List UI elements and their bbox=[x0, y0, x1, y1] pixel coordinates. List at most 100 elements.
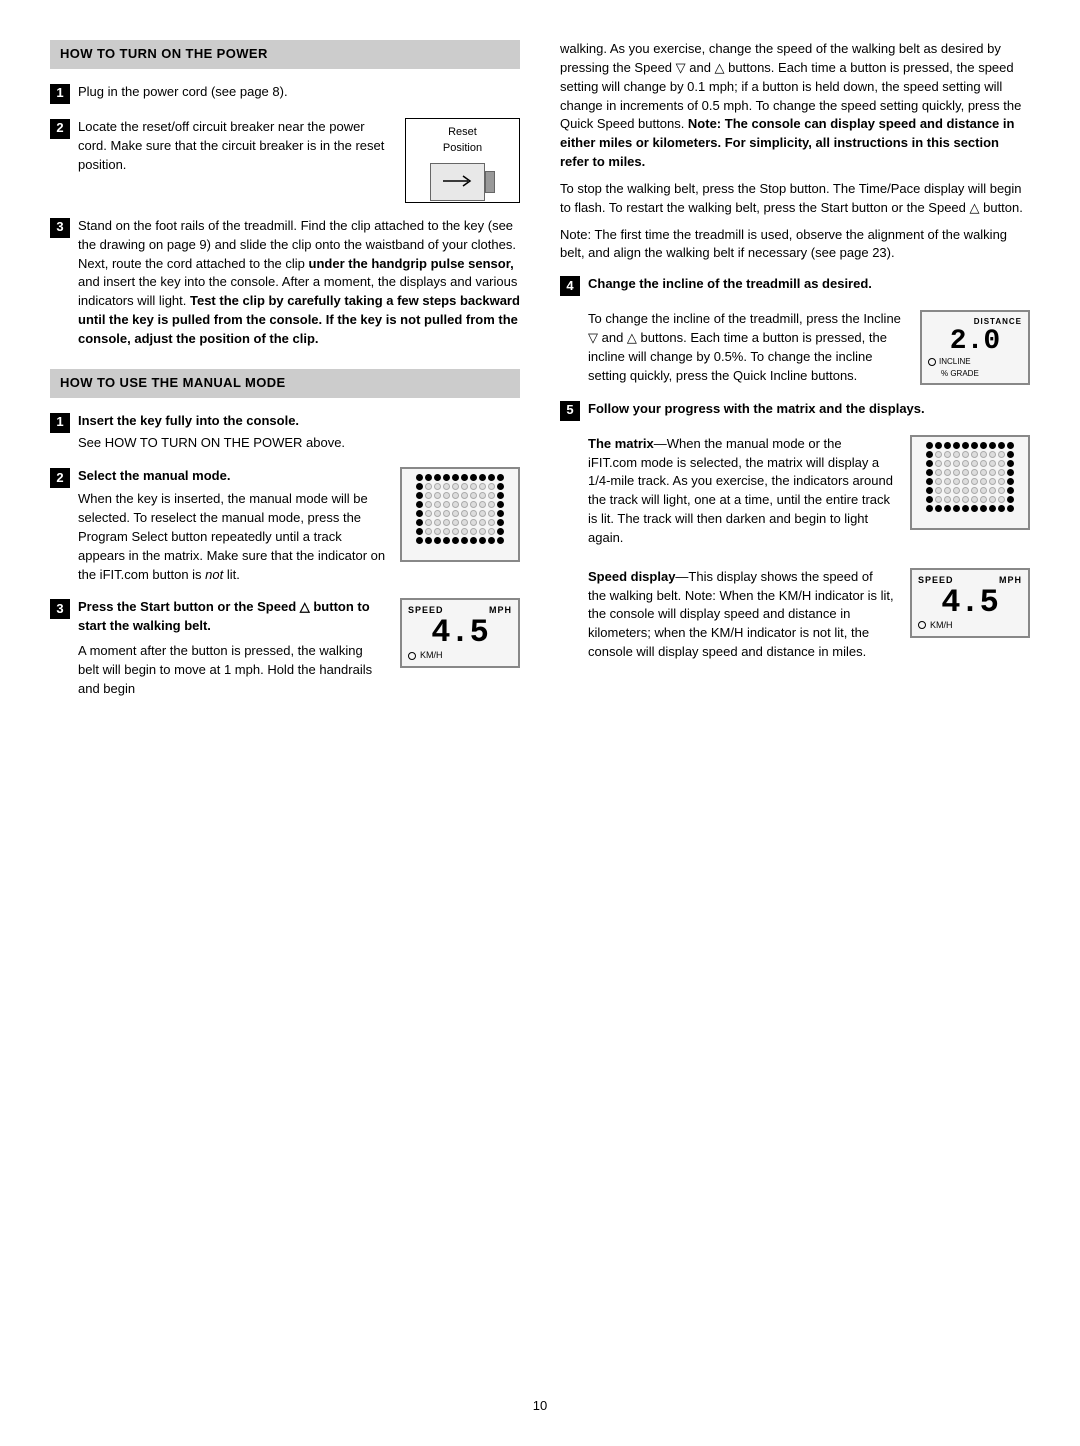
dot bbox=[443, 537, 450, 544]
dot bbox=[944, 451, 951, 458]
power-step3-number: 3 bbox=[50, 218, 70, 238]
dot bbox=[443, 492, 450, 499]
dot bbox=[470, 474, 477, 481]
dot bbox=[479, 519, 486, 526]
dot bbox=[935, 478, 942, 485]
dot bbox=[425, 519, 432, 526]
dot bbox=[926, 478, 933, 485]
dot bbox=[998, 487, 1005, 494]
dot bbox=[497, 492, 504, 499]
dot bbox=[971, 496, 978, 503]
dot bbox=[470, 492, 477, 499]
incline-display-bottom: INCLINE bbox=[928, 356, 1022, 368]
dot bbox=[926, 460, 933, 467]
dot bbox=[998, 496, 1005, 503]
manual-step2-matrix bbox=[400, 467, 520, 562]
dot bbox=[998, 451, 1005, 458]
dot bbox=[416, 510, 423, 517]
dot bbox=[434, 483, 441, 490]
dot bbox=[926, 451, 933, 458]
dot bbox=[470, 519, 477, 526]
dot bbox=[998, 478, 1005, 485]
dot bbox=[962, 487, 969, 494]
dot bbox=[1007, 460, 1014, 467]
step5-title: Follow your progress with the matrix and… bbox=[588, 401, 925, 416]
dot bbox=[416, 483, 423, 490]
speed-unit-left: MPH bbox=[489, 604, 512, 617]
dot bbox=[944, 505, 951, 512]
dot bbox=[944, 460, 951, 467]
dot bbox=[470, 528, 477, 535]
power-step3: 3 Stand on the foot rails of the treadmi… bbox=[50, 217, 520, 349]
power-step1-content: Plug in the power cord (see page 8). bbox=[78, 83, 520, 102]
dot bbox=[962, 460, 969, 467]
step4-title: Change the incline of the treadmill as d… bbox=[588, 276, 872, 291]
dot bbox=[425, 528, 432, 535]
matrix-r5 bbox=[917, 478, 1023, 485]
step5: 5 Follow your progress with the matrix a… bbox=[560, 400, 1030, 421]
manual-step1-title: Insert the key fully into the console. bbox=[78, 412, 520, 431]
reset-diagram: ResetPosition bbox=[405, 118, 520, 203]
dot bbox=[497, 474, 504, 481]
dot bbox=[980, 505, 987, 512]
dot bbox=[416, 501, 423, 508]
dot bbox=[461, 501, 468, 508]
dot bbox=[944, 487, 951, 494]
dot bbox=[971, 442, 978, 449]
incline-bottom-label: INCLINE bbox=[939, 356, 971, 368]
matrix-row-2 bbox=[407, 483, 513, 490]
dot bbox=[452, 528, 459, 535]
dot bbox=[443, 483, 450, 490]
section-manual: HOW TO USE THE MANUAL MODE 1 Insert the … bbox=[50, 369, 520, 699]
dot bbox=[434, 492, 441, 499]
dot bbox=[434, 474, 441, 481]
dot bbox=[452, 483, 459, 490]
dot bbox=[1007, 442, 1014, 449]
dot bbox=[944, 442, 951, 449]
power-step3-content: Stand on the foot rails of the treadmill… bbox=[78, 217, 520, 349]
dot bbox=[1007, 451, 1014, 458]
step5-matrix-text: The matrix—When the manual mode or the i… bbox=[588, 435, 894, 556]
dot bbox=[488, 492, 495, 499]
dot bbox=[926, 487, 933, 494]
dot bbox=[935, 460, 942, 467]
dot bbox=[479, 528, 486, 535]
reset-diagram-visual bbox=[430, 163, 495, 196]
section-manual-header: HOW TO USE THE MANUAL MODE bbox=[50, 369, 520, 398]
dot bbox=[452, 510, 459, 517]
manual-step2-title: Select the manual mode. bbox=[78, 467, 386, 486]
power-step2-number: 2 bbox=[50, 119, 70, 139]
reset-label-text: ResetPosition bbox=[443, 126, 482, 154]
step4-section: 4 Change the incline of the treadmill as… bbox=[560, 275, 1030, 385]
step5-speed-para: Speed display—This display shows the spe… bbox=[588, 568, 894, 662]
step5-speed-display: SPEED MPH 4.5 KM/H bbox=[910, 568, 1030, 670]
dot bbox=[989, 460, 996, 467]
speed-bottom-label-right: KM/H bbox=[930, 619, 953, 632]
step4-text-block: To change the incline of the treadmill, … bbox=[560, 310, 904, 385]
dot bbox=[980, 451, 987, 458]
section-power-header: HOW TO TURN ON THE POWER bbox=[50, 40, 520, 69]
dot bbox=[989, 478, 996, 485]
dot bbox=[953, 505, 960, 512]
dot bbox=[935, 451, 942, 458]
dot bbox=[980, 460, 987, 467]
dot bbox=[962, 478, 969, 485]
step4-incline-display: DISTANCE 2.0 INCLINE % GRADE bbox=[920, 310, 1030, 385]
dot bbox=[926, 469, 933, 476]
dot bbox=[989, 487, 996, 494]
dot bbox=[1007, 478, 1014, 485]
matrix-r2 bbox=[917, 451, 1023, 458]
speed-circle-right-icon bbox=[918, 621, 926, 629]
manual-step3-text: A moment after the button is pressed, th… bbox=[78, 643, 372, 696]
dot bbox=[479, 537, 486, 544]
dot bbox=[461, 537, 468, 544]
matrix-row-1 bbox=[407, 474, 513, 481]
manual-step2-italic: not bbox=[205, 567, 223, 582]
dot bbox=[416, 528, 423, 535]
dot bbox=[497, 510, 504, 517]
dot bbox=[962, 469, 969, 476]
breaker-switch bbox=[485, 171, 495, 193]
dot bbox=[425, 483, 432, 490]
dot bbox=[989, 469, 996, 476]
step4-text: To change the incline of the treadmill, … bbox=[588, 311, 901, 383]
